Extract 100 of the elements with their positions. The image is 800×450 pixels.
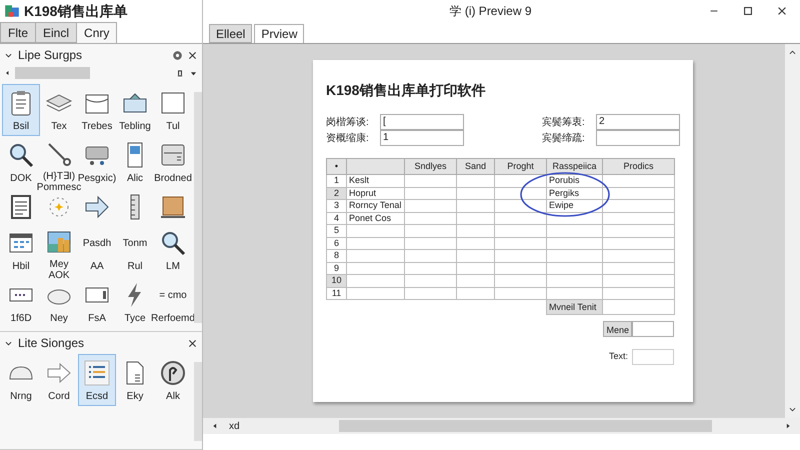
shape-label: Bsil [12, 121, 30, 132]
column-header: Prodics [623, 161, 654, 171]
column-header: Rasspeiica [552, 161, 597, 171]
scrollbar-thumb[interactable] [339, 420, 712, 432]
shape-label: Ney [50, 313, 68, 324]
window-title: K198销售出库单 [24, 2, 128, 20]
shape-caption: Pasdh [82, 236, 112, 250]
table-cell: Hoprut [349, 188, 376, 198]
shape-item[interactable]: Eky [116, 354, 154, 406]
search-icon [159, 229, 187, 257]
shape-item[interactable]: Cord [40, 354, 78, 406]
column-header: Proght [507, 161, 534, 171]
column-header: Sand [464, 161, 486, 171]
input-field[interactable]: 2 [596, 114, 680, 130]
shape-item[interactable]: Nrng [2, 354, 40, 406]
shape-item[interactable]: Hbil [2, 224, 40, 276]
status-text: xd [229, 420, 241, 434]
document-tab[interactable]: Elleel [209, 24, 252, 43]
table-cell: Ponet Cos [349, 212, 392, 223]
row-number[interactable]: 2 [326, 187, 346, 200]
input-field[interactable] [632, 349, 674, 365]
scroll-left-icon [4, 68, 11, 78]
field-label: 资概缩康: [326, 132, 370, 146]
close-icon [187, 338, 198, 348]
shape-item[interactable]: Alk [154, 354, 192, 406]
input-field[interactable]: [ [380, 114, 464, 130]
badge-icon [159, 359, 187, 387]
table-cell: Keslt [349, 175, 370, 186]
shape-caption: Tonm [122, 236, 148, 250]
row-number[interactable]: 5 [326, 224, 346, 237]
shape-label: LM [166, 261, 180, 272]
row-number[interactable]: 6 [326, 237, 346, 250]
scrollbar-thumb[interactable] [15, 67, 90, 79]
row-number[interactable]: 4 [326, 212, 346, 224]
shape-item[interactable]: Tul [154, 84, 192, 136]
input-field[interactable] [596, 130, 680, 146]
table-cell: Porubis [549, 175, 580, 186]
shape-label: FsA [88, 313, 106, 324]
menu-tab[interactable]: Eincl [35, 22, 78, 43]
shape-label: AA [90, 261, 104, 272]
row-number[interactable]: 8 [326, 250, 346, 262]
shape-item[interactable]: Trebes [78, 84, 116, 136]
document-title: 学 (i) Preview 9 [449, 4, 532, 18]
scroll-right-icon [784, 422, 792, 430]
scroll-up-icon [788, 48, 797, 57]
shape-label: Rul [127, 261, 142, 272]
scroll-left-icon [211, 422, 219, 430]
shape-label: Rerfoemd [151, 313, 195, 324]
input-field[interactable]: 1 [380, 130, 464, 146]
shape-item[interactable]: = cmo Rerfoemd [154, 276, 192, 328]
shape-item[interactable]: Tebling [116, 84, 154, 136]
shape-item[interactable]: Tonm Rul [116, 224, 154, 276]
shape-item[interactable]: Alic [116, 136, 154, 188]
field-label: 岗楷筹谈: [326, 116, 370, 130]
shape-label: Brodned [154, 173, 192, 184]
menu-tab[interactable]: Cnry [76, 22, 118, 43]
field-label: Text: [608, 350, 628, 364]
table-cell: Pergiks [549, 188, 580, 198]
mene-label: Mene [603, 321, 632, 337]
total-label: Mvneil Tenit [549, 302, 596, 312]
shape-label: Tyce [124, 313, 146, 324]
row-number[interactable]: 3 [326, 200, 346, 212]
vertical-scrollbar[interactable] [194, 362, 202, 441]
field-label: 宾鬓筹衷: [542, 116, 586, 130]
shape-label: Eky [126, 391, 144, 402]
shape-item[interactable]: Pasdh AA [78, 224, 116, 276]
app-logo-icon [4, 3, 20, 19]
shape-item[interactable]: Bsil [2, 84, 40, 136]
shape-item[interactable]: FsA [78, 276, 116, 328]
shape-label: Alk [166, 391, 180, 402]
close-icon [187, 50, 198, 60]
row-number[interactable]: 10 [326, 274, 346, 287]
shape-item[interactable]: Brodned [154, 136, 192, 188]
row-number[interactable]: 11 [326, 287, 346, 300]
document-tab[interactable]: Prview [254, 24, 304, 43]
shape-item[interactable]: Ecsd [78, 354, 116, 406]
table-cell: Rorncy Tenal [349, 200, 402, 210]
shape-label: Alic [126, 173, 144, 184]
vertical-scrollbar[interactable] [194, 92, 202, 323]
shape-item[interactable]: 1f6D [2, 276, 40, 328]
shape-label: Tul [166, 121, 180, 132]
settings-icon [172, 50, 183, 60]
shape-item[interactable]: Tex [40, 84, 78, 136]
shape-label: Hbil [12, 261, 30, 272]
scroll-down-icon [788, 405, 797, 414]
row-number[interactable]: 1 [326, 174, 346, 187]
list-icon [83, 359, 111, 387]
shape-label: Pesgxic) [78, 173, 116, 184]
shape-label: 1f6D [10, 313, 32, 324]
maximize-icon [742, 5, 754, 17]
shape-item[interactable]: LM [154, 224, 192, 276]
input-field[interactable] [632, 321, 674, 337]
shape-label: Cord [48, 391, 70, 402]
panel-title: Lite Sionges [18, 335, 86, 352]
menu-tab[interactable]: Flte [0, 22, 36, 43]
shape-label: Nrng [10, 391, 32, 402]
vertical-scrollbar[interactable] [785, 44, 800, 418]
panel-title: Lipe Surgps [18, 47, 84, 64]
shape-label: Ecsd [86, 391, 108, 402]
shape-label: Tex [51, 121, 67, 132]
